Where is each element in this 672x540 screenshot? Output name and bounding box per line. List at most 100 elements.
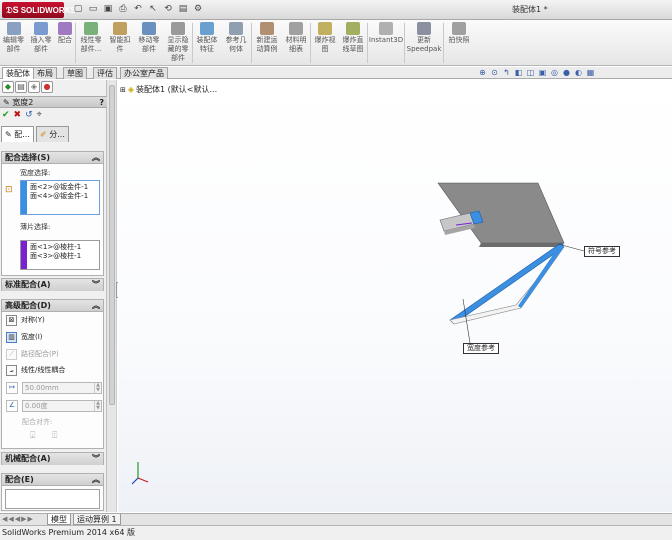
- graphics-area[interactable]: 符号参考 宽度参考: [118, 80, 672, 512]
- select-icon[interactable]: ↖: [147, 3, 159, 15]
- tab-nav-arrows[interactable]: ◀◀◀▶▶: [2, 515, 34, 523]
- help-icon[interactable]: ?: [99, 97, 104, 109]
- collapse-icon[interactable]: ︽: [92, 474, 100, 486]
- width-reference-callout[interactable]: 宽度参考: [463, 343, 499, 354]
- open-icon[interactable]: ▭: [87, 3, 99, 15]
- model-viewport[interactable]: [118, 80, 672, 512]
- property-tab-icon[interactable]: ▤: [15, 81, 27, 93]
- assembly-root-label[interactable]: 装配体1 (默认<默认...: [136, 84, 217, 95]
- undo-mate-icon[interactable]: ↺: [25, 110, 33, 120]
- aligned-icon[interactable]: ⍗: [30, 431, 35, 441]
- tab-mates[interactable]: ✎ 配...: [1, 126, 34, 142]
- view-settings-icon[interactable]: ▦: [586, 68, 595, 77]
- list-item[interactable]: 面<4>@钣金件-1: [30, 192, 88, 201]
- ribbon-button-label: 线性零 部件...: [80, 36, 102, 53]
- angle-input[interactable]: 0.00度 ▲ ▼: [22, 400, 102, 412]
- ribbon-button-label: 编辑零 部件: [3, 36, 24, 53]
- list-item[interactable]: 面<3>@棱柱-1: [30, 252, 81, 261]
- ribbon-button-reference-geometry[interactable]: 参考几 何体: [221, 20, 251, 64]
- ribbon-button-snapshot[interactable]: 拍快照: [444, 20, 474, 64]
- zoom-to-fit-icon[interactable]: ⊕: [478, 68, 487, 77]
- expand-icon[interactable]: ︾: [92, 453, 100, 465]
- ribbon-button-linear-pattern[interactable]: 线性零 部件...: [76, 20, 106, 64]
- file-properties-icon[interactable]: ▤: [177, 3, 189, 15]
- ribbon-button-assembly-feature[interactable]: 装配体 特征: [193, 20, 221, 64]
- sheet-selected-face[interactable]: [449, 242, 565, 325]
- feature-tree-flyout[interactable]: ⊞ ◈ 装配体1 (默认<默认...: [120, 84, 217, 95]
- symmetric-mate-option[interactable]: ⊠ 对称(Y): [6, 314, 45, 326]
- tab-layout[interactable]: 布局: [33, 67, 57, 79]
- list-item[interactable]: 面<2>@钣金件-1: [30, 183, 88, 192]
- tab-sketch[interactable]: 草图: [63, 67, 87, 79]
- new-document-icon[interactable]: ▢: [72, 3, 84, 15]
- path-mate-option[interactable]: ⟋ 路径配合(P): [6, 348, 59, 360]
- display-style-icon[interactable]: ▣: [538, 68, 547, 77]
- appearance-tab-icon[interactable]: ●: [41, 81, 53, 93]
- ribbon-button-mate[interactable]: 配合: [55, 20, 75, 64]
- expand-icon[interactable]: ︾: [92, 279, 100, 291]
- ribbon-button-exploded-view[interactable]: 爆炸视 图: [311, 20, 339, 64]
- ok-icon[interactable]: ✔: [2, 110, 10, 120]
- scene-icon[interactable]: ◐: [574, 68, 583, 77]
- tab-model[interactable]: 模型: [47, 514, 71, 525]
- advanced-mates-header[interactable]: 高级配合(D) ︽: [2, 300, 103, 312]
- width-mate-option[interactable]: ▥ 宽度(I): [6, 331, 43, 343]
- linear-coupler-option[interactable]: ⦟ 线性/线性耦合: [6, 364, 65, 376]
- linear-coupler-icon: ⦟: [6, 364, 17, 376]
- ribbon-button-edit-component[interactable]: 编辑零 部件: [0, 20, 27, 64]
- previous-view-icon[interactable]: ↰: [502, 68, 511, 77]
- angle-spinner[interactable]: ▲ ▼: [94, 401, 101, 411]
- scrollbar-thumb[interactable]: [109, 85, 115, 405]
- distance-icon: ↦: [6, 382, 18, 394]
- tab-selection-list[interactable]: 面<1>@棱柱-1 面<3>@棱柱-1: [20, 240, 100, 270]
- tab-analysis[interactable]: ✐ 分...: [36, 126, 69, 142]
- tab-office-products[interactable]: 办公室产品: [120, 67, 168, 79]
- list-item[interactable]: 面<1>@棱柱-1: [30, 243, 81, 252]
- config-tab-icon[interactable]: ◈: [28, 81, 40, 93]
- pin-icon[interactable]: ⌖: [37, 110, 42, 120]
- undo-icon[interactable]: ↶: [132, 3, 144, 15]
- feature-tree-tab-icon[interactable]: ◆: [2, 81, 14, 93]
- print-icon[interactable]: ⎙: [117, 3, 129, 15]
- zoom-area-icon[interactable]: ⊙: [490, 68, 499, 77]
- ribbon-button-bom[interactable]: 材料明 细表: [282, 20, 310, 64]
- sheet-metal-top-face[interactable]: [437, 182, 565, 244]
- mate-selections-header[interactable]: 配合选择(S) ︽: [2, 152, 103, 164]
- save-icon[interactable]: ▣: [102, 3, 114, 15]
- tab-reference-callout[interactable]: 符号参考: [584, 246, 620, 257]
- ribbon-button-instant3d[interactable]: Instant3D: [368, 20, 404, 64]
- tab-motion-study[interactable]: 运动算例 1: [73, 514, 121, 525]
- width-selection-list[interactable]: 面<2>@钣金件-1 面<4>@钣金件-1: [20, 180, 100, 215]
- anti-aligned-icon[interactable]: ⍐: [52, 431, 57, 441]
- sheet-selected-edge: [518, 246, 564, 308]
- ribbon-button-new-motion-study[interactable]: 新建运 动算例: [252, 20, 282, 64]
- distance-input[interactable]: 50.00mm ▲ ▼: [22, 382, 102, 394]
- tab-evaluate[interactable]: 评估: [93, 67, 117, 79]
- ribbon-button-smart-fastener[interactable]: 智能扣 件: [106, 20, 134, 64]
- ribbon-button-speedpak[interactable]: 更新 Speedpak: [405, 20, 443, 64]
- section-view-icon[interactable]: ◧: [514, 68, 523, 77]
- distance-spinner[interactable]: ▲ ▼: [94, 383, 101, 393]
- mechanical-mates-header[interactable]: 机械配合(A) ︾: [2, 453, 103, 465]
- ribbon-button-label: 更新 Speedpak: [406, 36, 442, 53]
- title-bar: 𝔇S SOLIDWORKS ▢ ▭ ▣ ⎙ ↶ ↖ ⟲ ▤ ⚙ 装配体1 *: [0, 0, 672, 20]
- rebuild-icon[interactable]: ⟲: [162, 3, 174, 15]
- cancel-icon[interactable]: ✖: [14, 110, 22, 120]
- collapse-icon[interactable]: ︽: [92, 152, 100, 164]
- mates-header[interactable]: 配合(E) ︽: [2, 474, 103, 486]
- collapse-icon[interactable]: ︽: [92, 300, 100, 312]
- tab-assembly[interactable]: 装配体: [2, 67, 34, 79]
- standard-mates-header[interactable]: 标准配合(A) ︾: [2, 279, 103, 291]
- options-icon[interactable]: ⚙: [192, 3, 204, 15]
- solidworks-logo[interactable]: 𝔇S SOLIDWORKS: [2, 2, 76, 18]
- mates-list[interactable]: [5, 489, 100, 509]
- hide-show-icon[interactable]: ◎: [550, 68, 559, 77]
- ribbon-button-move-component[interactable]: 移动零 部件: [134, 20, 164, 64]
- expand-plus-icon[interactable]: ⊞: [120, 86, 126, 94]
- ribbon-button-explode-line-sketch[interactable]: 爆炸直 线草图: [339, 20, 367, 64]
- ribbon-button-insert-component[interactable]: 插入零 部件: [27, 20, 55, 64]
- paperclip-icon: ✎: [5, 130, 12, 139]
- view-orientation-icon[interactable]: ◫: [526, 68, 535, 77]
- ribbon-button-show-hidden[interactable]: 显示隐 藏的零 部件: [164, 20, 192, 64]
- edit-appearance-icon[interactable]: ●: [562, 68, 571, 77]
